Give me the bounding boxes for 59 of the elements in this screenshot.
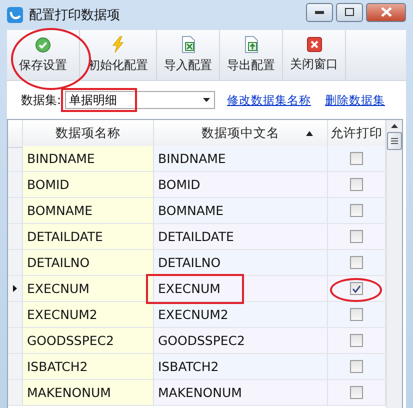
table-cell: GOODSSPEC2 [158,333,245,348]
table-cell: BINDNAME [158,151,226,166]
toolbar-button[interactable]: 导入配置 [157,30,219,80]
dataset-link[interactable]: 修改数据集名称 [227,92,312,108]
table-cell: GOODSSPEC2 [27,333,114,348]
table-cell: BOMID [158,177,200,192]
table-cell: EXECNUM2 [27,307,98,322]
table-cell: EXECNUM [27,281,90,296]
close-icon [306,37,322,52]
dataset-link[interactable]: 删除数据集 [325,92,386,108]
column-header[interactable]: 数据项名称 [23,120,154,148]
table-cell: DETAILNO [27,255,90,270]
print-checkbox[interactable] [350,282,363,295]
minimize-button[interactable] [306,2,333,22]
dataset-label: 数据集: [21,92,62,108]
maximize-button[interactable] [336,2,363,22]
toolbar-button[interactable]: 关闭窗口 [283,30,345,80]
table-cell: DETAILDATE [158,229,234,244]
print-checkbox[interactable] [350,152,363,165]
print-checkbox[interactable] [350,360,363,373]
check-icon [35,36,51,52]
table-cell: EXECNUM [158,281,220,296]
spreadsheet-icon [244,36,258,53]
maximize-icon [345,8,354,16]
print-checkbox[interactable] [350,230,363,243]
minimize-icon [315,10,324,14]
toolbar-button[interactable]: 保存设置 [7,30,79,80]
close-button[interactable] [366,2,406,22]
table-cell: BOMNAME [27,203,93,218]
table-cell: ISBATCH2 [27,359,88,374]
table-cell: ISBATCH2 [158,359,219,374]
window-title: 配置打印数据项 [29,7,121,24]
column-header[interactable]: 允许打印 [328,120,386,148]
table-cell: DETAILNO [158,255,221,270]
table-cell: EXECNUM2 [158,307,228,322]
print-checkbox[interactable] [350,178,363,191]
print-checkbox[interactable] [350,256,363,269]
scroll-up-icon[interactable] [391,124,398,128]
table-cell: DETAILDATE [27,229,103,244]
table-cell: BOMID [27,177,70,192]
print-checkbox[interactable] [350,334,363,347]
toolbar-button[interactable]: 导出配置 [220,30,282,80]
caret-icon [203,98,210,102]
print-checkbox[interactable] [350,204,363,217]
lightning-icon [112,36,124,53]
row-header[interactable] [8,276,23,302]
close-icon [380,7,392,17]
print-checkbox[interactable] [350,308,363,321]
spreadsheet-icon [182,36,194,53]
current-row-icon [13,285,17,292]
dataset-select[interactable]: 单据明细 [65,91,216,109]
app-logo-icon [7,7,23,23]
table-cell: MAKENONUM [158,385,242,400]
table-cell: BINDNAME [27,151,95,166]
table-cell: MAKENONUM [27,385,111,400]
column-header[interactable]: 数据项中文名 [154,120,328,148]
scrollbar-thumb[interactable] [387,132,402,150]
table-cell: BOMNAME [158,203,224,218]
print-checkbox[interactable] [350,386,363,399]
